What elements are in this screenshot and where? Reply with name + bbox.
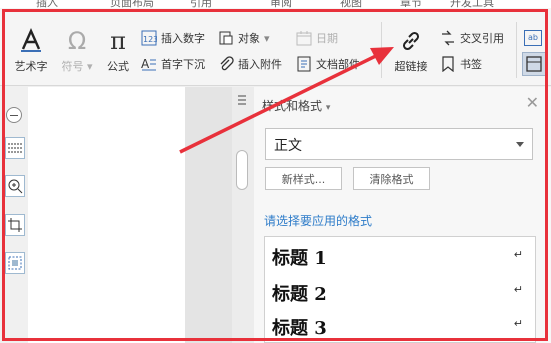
object-button[interactable]: 对象 ▾ <box>218 30 270 46</box>
art-text-icon <box>21 28 41 52</box>
menu-bar: 插入 页面布局 引用 审阅 视图 章节 开发工具 <box>0 0 551 8</box>
attachment-button[interactable]: 插入附件 <box>218 56 282 72</box>
apply-format-prompt: 请选择要应用的格式 <box>264 214 373 228</box>
svg-text:123: 123 <box>143 35 157 44</box>
link-icon <box>402 31 420 51</box>
ribbon-divider <box>381 22 382 78</box>
scrollbar-track[interactable] <box>232 87 254 343</box>
minus-circle-icon[interactable] <box>6 107 22 123</box>
close-icon[interactable]: ✕ <box>526 93 539 112</box>
zoom-icon[interactable] <box>5 175 25 197</box>
document-parts-icon <box>297 56 311 72</box>
menu-item[interactable]: 章节 <box>400 0 422 8</box>
menu-item[interactable]: 插入 <box>36 0 58 8</box>
formula-button[interactable]: π 公式 <box>102 28 134 74</box>
bookmark-button[interactable]: 书签 <box>440 56 482 72</box>
return-mark-icon: ↵ <box>513 317 523 330</box>
scrollbar-thumb[interactable] <box>236 150 248 190</box>
chevron-down-icon: ▾ <box>264 31 270 45</box>
frame-button[interactable] <box>522 52 546 76</box>
ribbon-toolbar: 艺术字 Ω 符号 ▾ π 公式 123 插入数字 A 首字下沉 对象 ▾ 插入附… <box>0 8 551 86</box>
menu-item[interactable]: 引用 <box>190 0 212 8</box>
style-item-heading-3[interactable]: 标题 3 <box>272 314 327 340</box>
drag-handle-icon[interactable] <box>238 95 246 109</box>
menu-item[interactable]: 审阅 <box>270 0 292 8</box>
pi-icon: π <box>110 27 126 55</box>
crop-icon[interactable] <box>5 214 25 236</box>
paperclip-icon <box>220 56 234 71</box>
select-area-icon[interactable] <box>5 252 25 274</box>
cross-reference-icon <box>442 30 454 46</box>
drop-cap-icon: A <box>141 57 156 71</box>
document-background <box>185 87 232 343</box>
calendar-icon <box>296 31 312 46</box>
frame-icon <box>526 56 542 72</box>
drop-cap-button[interactable]: A 首字下沉 <box>141 56 205 72</box>
panel-title[interactable]: 样式和格式 ▾ <box>262 97 330 114</box>
style-item-heading-2[interactable]: 标题 2 <box>272 280 327 306</box>
list-view-icon[interactable] <box>5 137 25 159</box>
menu-item[interactable]: 页面布局 <box>110 0 154 8</box>
svg-text:A: A <box>141 57 150 71</box>
menu-item[interactable]: 视图 <box>340 0 362 8</box>
object-icon <box>219 31 233 45</box>
chevron-down-icon: ▾ <box>325 103 331 113</box>
return-mark-icon: ↵ <box>513 248 523 261</box>
menu-item[interactable]: 开发工具 <box>450 0 494 8</box>
new-style-button[interactable]: 新样式... <box>265 167 342 190</box>
return-mark-icon: ↵ <box>513 283 523 296</box>
art-text-button[interactable]: 艺术字 <box>10 28 52 74</box>
clear-format-button[interactable]: 清除格式 <box>353 167 430 190</box>
bookmark-icon <box>442 56 454 72</box>
number-icon: 123 <box>141 30 157 46</box>
current-style-select[interactable]: 正文 <box>265 128 533 160</box>
date-button[interactable]: 日期 <box>296 30 338 46</box>
left-tool-strip <box>0 87 28 343</box>
omega-icon: Ω <box>67 27 87 55</box>
hyperlink-button[interactable]: 超链接 <box>388 28 434 74</box>
doc-parts-button[interactable]: 文档部件 <box>296 56 360 72</box>
symbol-button[interactable]: Ω 符号 ▾ <box>57 28 97 74</box>
style-item-heading-1[interactable]: 标题 1 <box>272 244 327 270</box>
insert-number-button[interactable]: 123 插入数字 <box>141 30 205 46</box>
styles-panel: 样式和格式 ▾ ✕ 正文 新样式... 清除格式 请选择要应用的格式 标题 1 … <box>254 87 551 343</box>
document-page[interactable] <box>28 87 185 343</box>
dropdown-arrow-icon <box>516 142 524 147</box>
text-box-icon[interactable]: ab <box>524 30 542 46</box>
cross-ref-button[interactable]: 交叉引用 <box>440 30 504 46</box>
ribbon-divider <box>516 22 517 78</box>
style-list: 标题 1 ↵ 标题 2 ↵ 标题 3 ↵ <box>264 236 536 343</box>
